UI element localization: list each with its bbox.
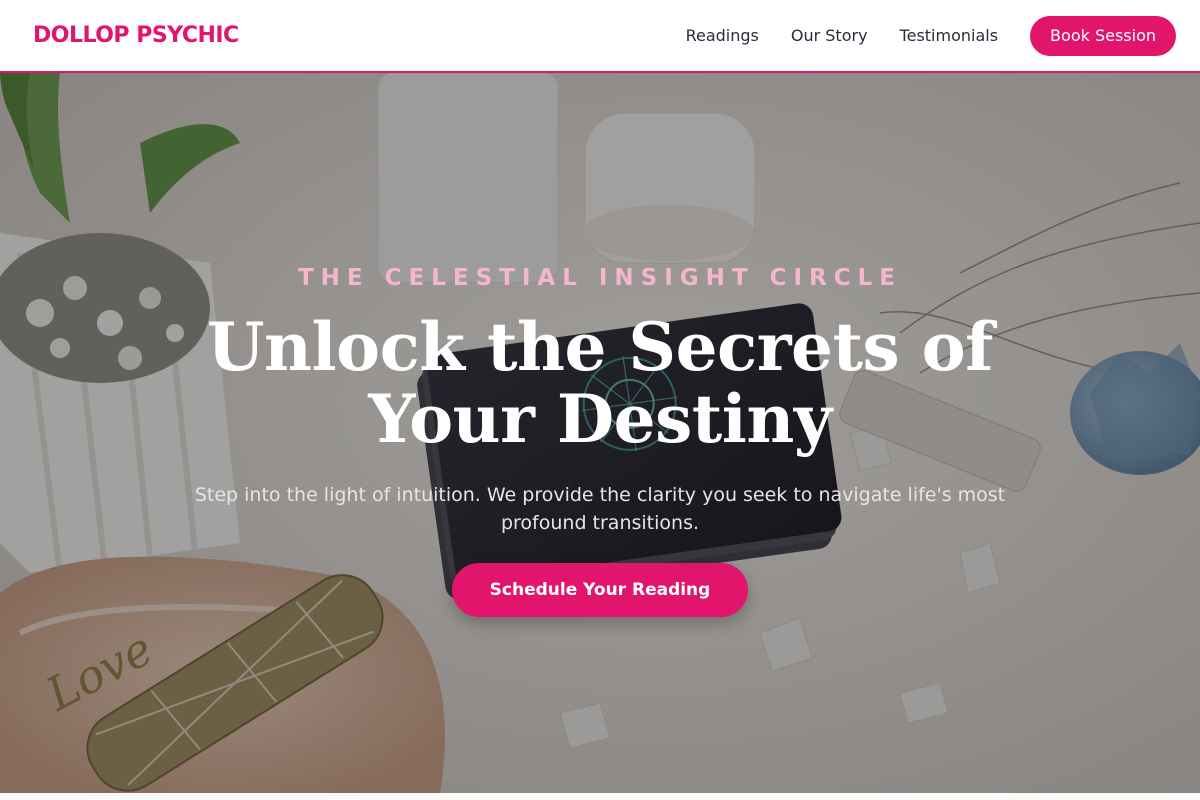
- schedule-reading-button[interactable]: Schedule Your Reading: [452, 563, 748, 617]
- hero-subtext: Step into the light of intuition. We pro…: [194, 484, 1006, 534]
- nav-link-our-story[interactable]: Our Story: [791, 26, 868, 45]
- main-nav: Readings Our Story Testimonials Book Ses…: [686, 15, 1176, 56]
- site-header: DOLLOP PSYCHIC Readings Our Story Testim…: [0, 0, 1200, 73]
- nav-link-testimonials[interactable]: Testimonials: [900, 26, 999, 45]
- hero-headline: Unlock the Secrets of Your Destiny: [206, 308, 994, 458]
- hero-section: Love THE CELESTIAL INSIGHT CIRCLE Unlock…: [0, 73, 1200, 793]
- page-bottom-strip: [0, 793, 1200, 800]
- nav-link-readings[interactable]: Readings: [686, 26, 759, 45]
- hero-eyebrow: THE CELESTIAL INSIGHT CIRCLE: [297, 265, 903, 291]
- hero-content: THE CELESTIAL INSIGHT CIRCLE Unlock the …: [0, 73, 1200, 793]
- book-session-button[interactable]: Book Session: [1030, 15, 1176, 56]
- site-logo[interactable]: DOLLOP PSYCHIC: [33, 23, 239, 48]
